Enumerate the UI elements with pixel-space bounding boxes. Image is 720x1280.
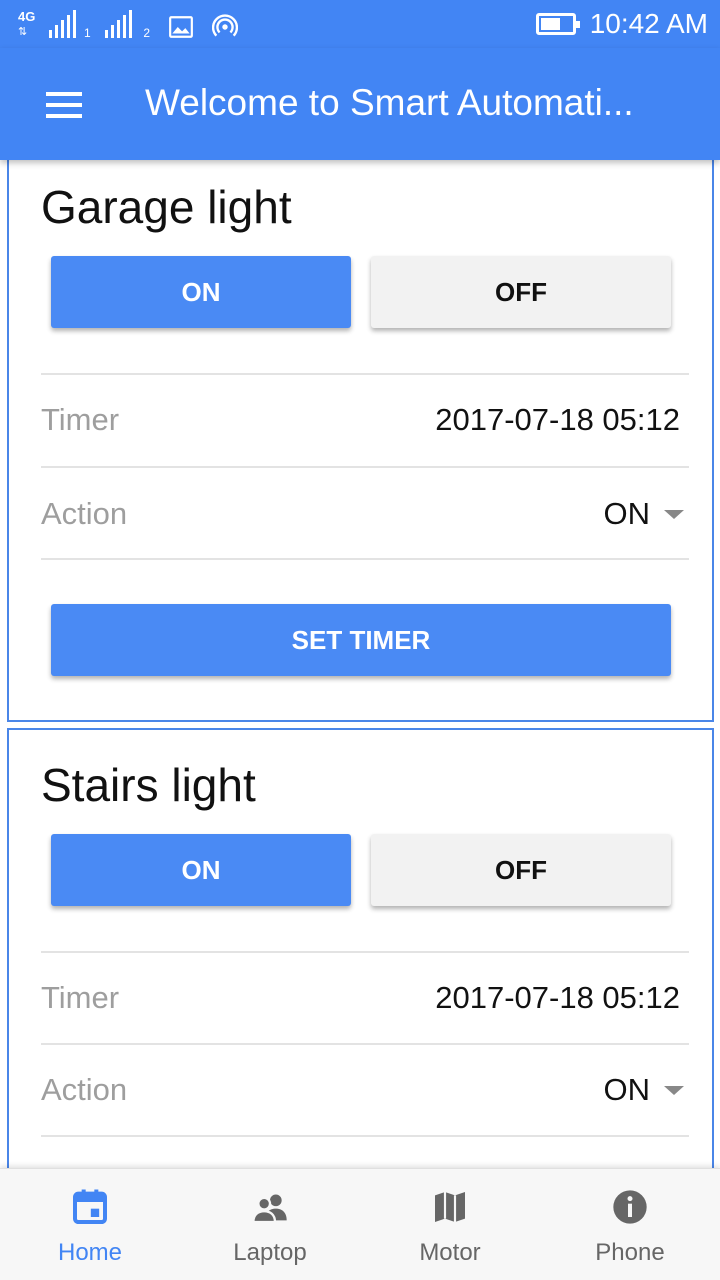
caret-down-icon bbox=[664, 509, 684, 519]
caret-down-icon bbox=[664, 1085, 684, 1095]
timer-value[interactable]: 2017-07-18 05:12 bbox=[435, 402, 680, 438]
app-bar: Welcome to Smart Automati... bbox=[0, 48, 720, 160]
device-card-stairs-light: Stairs light ON OFF Timer 2017-07-18 05:… bbox=[7, 728, 714, 1188]
nav-home[interactable]: Home bbox=[0, 1169, 180, 1280]
divider bbox=[41, 1135, 689, 1137]
action-dropdown[interactable]: ON bbox=[603, 1072, 684, 1108]
action-dropdown[interactable]: ON bbox=[603, 496, 684, 532]
nav-label: Motor bbox=[419, 1239, 481, 1266]
signal-icon bbox=[105, 10, 132, 38]
bottom-nav: Home Laptop Motor Phone bbox=[0, 1168, 720, 1280]
sim-signal-group: 1 2 bbox=[84, 10, 150, 40]
on-button[interactable]: ON bbox=[51, 256, 351, 328]
nav-label: Laptop bbox=[233, 1239, 307, 1266]
network-type-label: 4G bbox=[18, 9, 36, 24]
status-time: 10:42 AM bbox=[589, 8, 708, 39]
action-label: Action bbox=[41, 1072, 128, 1107]
action-value: ON bbox=[603, 1072, 651, 1107]
nav-label: Phone bbox=[595, 1239, 665, 1266]
nav-motor[interactable]: Motor bbox=[360, 1169, 540, 1280]
status-left: 4G ⇅ 1 2 bbox=[18, 8, 238, 40]
divider bbox=[41, 1043, 689, 1045]
people-icon bbox=[252, 1194, 287, 1224]
battery-icon bbox=[535, 13, 580, 35]
info-icon bbox=[613, 1190, 647, 1224]
device-name: Garage light bbox=[41, 181, 292, 233]
status-bar: 4G ⇅ 1 2 10:42 AM bbox=[0, 0, 720, 48]
app-title: Welcome to Smart Automati... bbox=[145, 82, 634, 123]
divider bbox=[41, 466, 689, 468]
off-button[interactable]: OFF bbox=[371, 256, 671, 328]
map-icon bbox=[435, 1192, 465, 1222]
calendar-icon bbox=[73, 1189, 107, 1224]
menu-icon[interactable] bbox=[46, 92, 82, 118]
timer-label: Timer bbox=[41, 980, 120, 1015]
status-right: 10:42 AM bbox=[535, 0, 708, 48]
sim1-signal: 4G ⇅ bbox=[18, 10, 76, 40]
set-timer-button[interactable]: SET TIMER bbox=[51, 604, 671, 676]
timer-value[interactable]: 2017-07-18 05:12 bbox=[435, 980, 680, 1016]
divider bbox=[41, 951, 689, 953]
image-icon bbox=[169, 16, 193, 38]
nav-label: Home bbox=[57, 1239, 123, 1266]
timer-label: Timer bbox=[41, 402, 120, 437]
action-value: ON bbox=[603, 496, 651, 531]
device-card-garage-light: Garage light ON OFF Timer 2017-07-18 05:… bbox=[7, 150, 714, 722]
divider bbox=[41, 373, 689, 375]
signal-icon bbox=[49, 10, 76, 38]
device-name: Stairs light bbox=[41, 759, 256, 811]
action-label: Action bbox=[41, 496, 128, 531]
nav-laptop[interactable]: Laptop bbox=[180, 1169, 360, 1280]
data-arrows-icon: ⇅ bbox=[18, 26, 28, 38]
hotspot-icon bbox=[212, 14, 238, 37]
nav-phone[interactable]: Phone bbox=[540, 1169, 720, 1280]
on-button[interactable]: ON bbox=[51, 834, 351, 906]
divider bbox=[41, 558, 689, 560]
off-button[interactable]: OFF bbox=[371, 834, 671, 906]
sim1-label: 1 bbox=[84, 26, 91, 40]
sim2-label: 2 bbox=[143, 26, 150, 40]
